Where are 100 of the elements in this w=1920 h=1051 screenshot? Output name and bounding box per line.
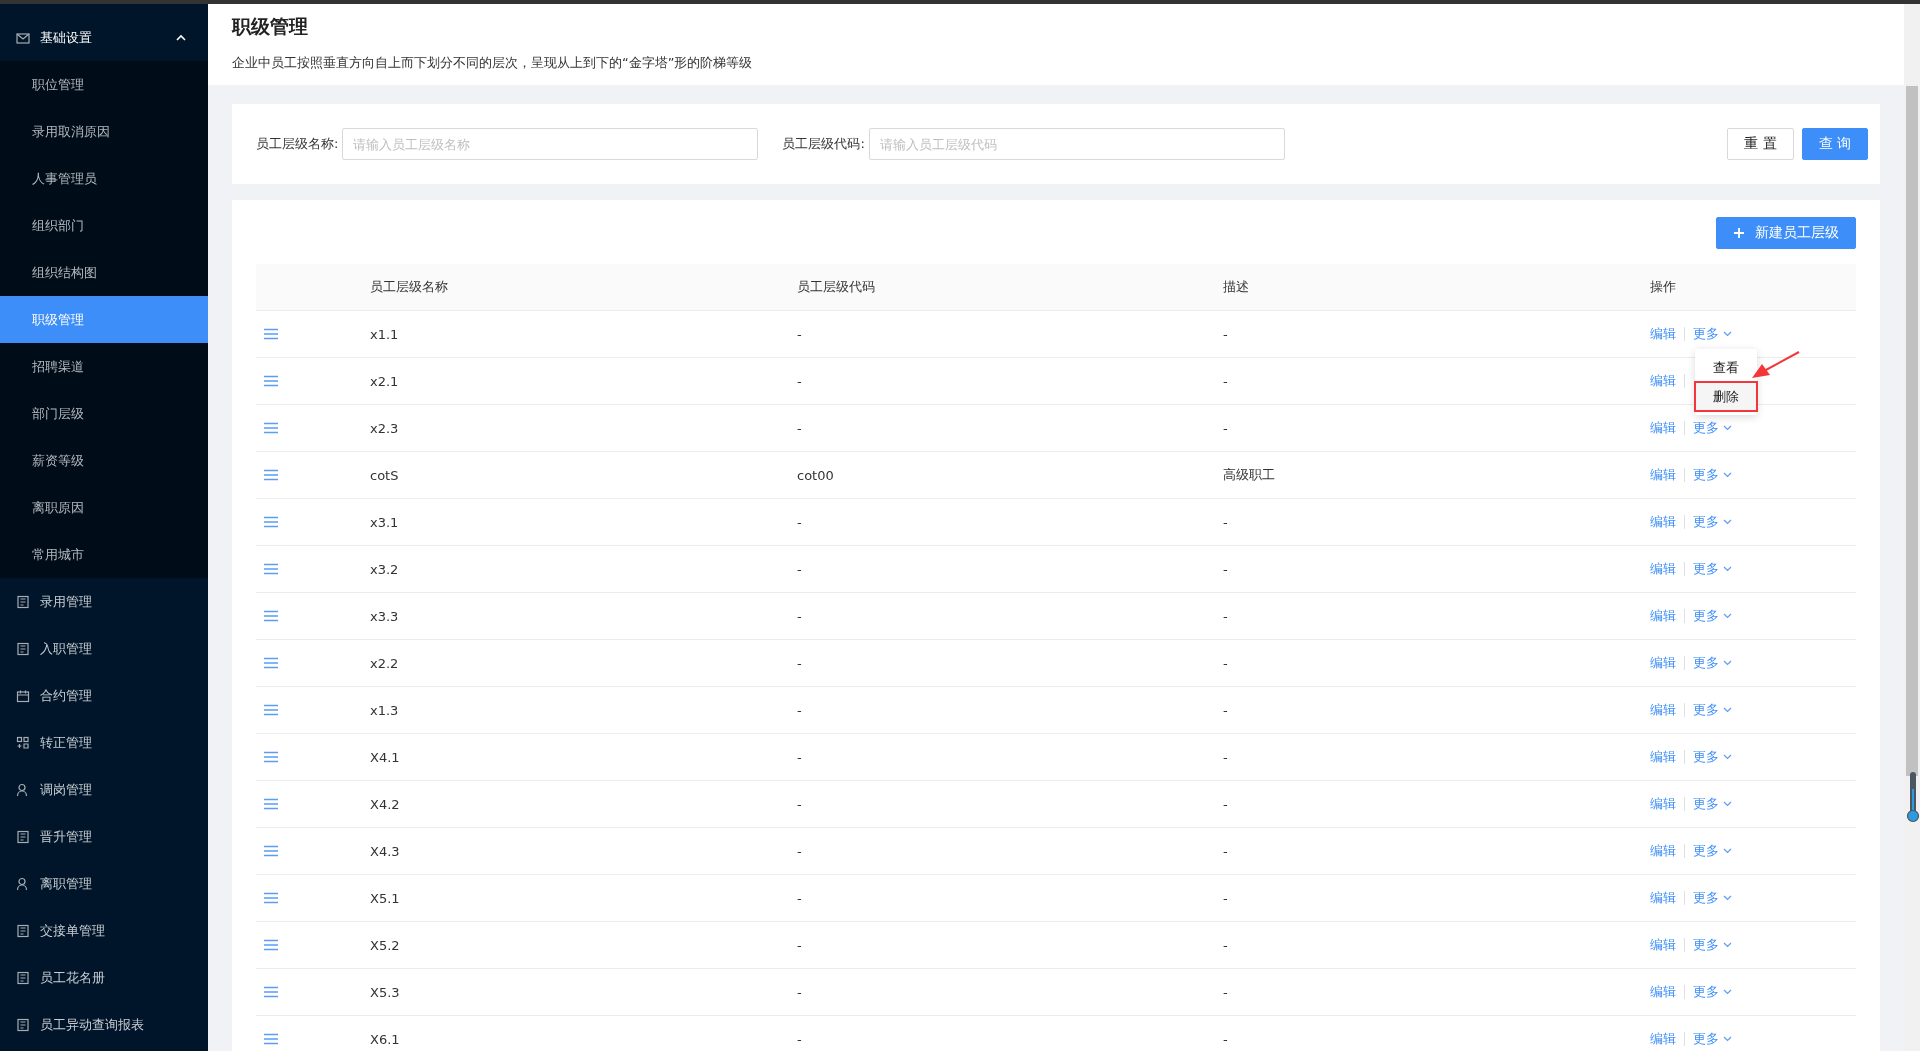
document-icon (16, 829, 30, 844)
sidebar-group-item[interactable]: 员工异动查询报表 (0, 1001, 208, 1048)
table-cell: - (797, 890, 802, 906)
sidebar-group-item[interactable]: 交接单管理 (0, 907, 208, 954)
chevron-down-icon (1723, 707, 1732, 713)
more-link[interactable]: 更多 (1693, 513, 1732, 531)
sidebar-item[interactable]: 职级管理 (0, 296, 208, 343)
drag-handle-icon[interactable] (264, 516, 278, 528)
chevron-down-icon (1723, 848, 1732, 854)
drag-handle-icon[interactable] (264, 704, 278, 716)
drag-handle-icon[interactable] (264, 563, 278, 575)
chevron-down-icon (1723, 754, 1732, 760)
table-cell: - (1223, 326, 1228, 342)
table-cell: - (1223, 937, 1228, 953)
edit-link[interactable]: 编辑 (1650, 654, 1676, 672)
edit-link[interactable]: 编辑 (1650, 936, 1676, 954)
table-cell: X4.3 (370, 843, 400, 859)
more-link[interactable]: 更多 (1693, 889, 1732, 907)
edit-link[interactable]: 编辑 (1650, 560, 1676, 578)
edit-link[interactable]: 编辑 (1650, 1030, 1676, 1048)
input-field[interactable]: 请输入员工层级代码 (868, 128, 1285, 160)
more-link[interactable]: 更多 (1693, 325, 1732, 343)
search-button[interactable]: 查 询 (1801, 128, 1868, 160)
drag-handle-icon[interactable] (264, 939, 278, 951)
sidebar-group-item[interactable]: 晋升管理 (0, 813, 208, 860)
edit-link[interactable]: 编辑 (1650, 607, 1676, 625)
table-cell: - (797, 420, 802, 436)
more-link[interactable]: 更多 (1693, 936, 1732, 954)
more-link[interactable]: 更多 (1693, 466, 1732, 484)
table-cell: - (797, 796, 802, 812)
sidebar-item[interactable]: 组织部门 (0, 202, 208, 249)
table-cell: cot00 (797, 467, 834, 483)
more-link[interactable]: 更多 (1693, 983, 1732, 1001)
sidebar-group-item[interactable]: 调岗管理 (0, 766, 208, 813)
filter-label: 员工层级名称: (256, 135, 339, 153)
more-link[interactable]: 更多 (1693, 748, 1732, 766)
drag-handle-icon[interactable] (264, 986, 278, 998)
drag-handle-icon[interactable] (264, 1033, 278, 1045)
menu-item[interactable]: 删除 (1695, 382, 1757, 411)
edit-link[interactable]: 编辑 (1650, 325, 1676, 343)
more-link[interactable]: 更多 (1693, 419, 1732, 437)
edit-link[interactable]: 编辑 (1650, 466, 1676, 484)
more-link[interactable]: 更多 (1693, 654, 1732, 672)
drag-handle-icon[interactable] (264, 610, 278, 622)
sidebar-group-item[interactable]: 合约管理 (0, 672, 208, 719)
more-link[interactable]: 更多 (1693, 701, 1732, 719)
chevron-down-icon (1723, 1036, 1732, 1042)
sidebar-item[interactable]: 离职原因 (0, 484, 208, 531)
sidebar-item[interactable]: 职位管理 (0, 61, 208, 108)
sidebar-group-item[interactable]: 员工花名册 (0, 954, 208, 1001)
more-link[interactable]: 更多 (1693, 842, 1732, 860)
sidebar-item[interactable]: 录用取消原因 (0, 108, 208, 155)
sidebar-item[interactable]: 部门层级 (0, 390, 208, 437)
edit-link[interactable]: 编辑 (1650, 748, 1676, 766)
sidebar-item[interactable]: 人事管理员 (0, 155, 208, 202)
table-cell: x2.2 (370, 655, 399, 671)
more-link[interactable]: 更多 (1693, 560, 1732, 578)
edit-link[interactable]: 编辑 (1650, 795, 1676, 813)
sidebar-item[interactable]: 薪资等级 (0, 437, 208, 484)
sidebar-group-item[interactable]: 基础设置 (0, 14, 208, 61)
edit-link[interactable]: 编辑 (1650, 701, 1676, 719)
filter-label: 员工层级代码: (782, 135, 865, 153)
sidebar-group-item[interactable]: 录用管理 (0, 578, 208, 625)
table-cell: x2.1 (370, 373, 399, 389)
sidebar-item[interactable]: 招聘渠道 (0, 343, 208, 390)
input-field[interactable]: 请输入员工层级名称 (342, 128, 759, 160)
sidebar-item[interactable]: 常用城市 (0, 531, 208, 578)
sidebar-group-item[interactable]: 离职管理 (0, 860, 208, 907)
table-cell: - (1223, 749, 1228, 765)
sidebar-group-item[interactable]: 转正管理 (0, 719, 208, 766)
column-header: 描述 (1223, 279, 1249, 294)
more-link[interactable]: 更多 (1693, 1030, 1732, 1048)
column-header: 员工层级名称 (370, 279, 448, 294)
menu-item[interactable]: 查看 (1695, 353, 1757, 382)
edit-link[interactable]: 编辑 (1650, 842, 1676, 860)
drag-handle-icon[interactable] (264, 657, 278, 669)
new-button[interactable]: 新建员工层级 (1716, 217, 1856, 249)
drag-handle-icon[interactable] (264, 469, 278, 481)
drag-handle-icon[interactable] (264, 845, 278, 857)
envelope-icon (16, 30, 30, 45)
table-cell: - (1223, 514, 1228, 530)
edit-link[interactable]: 编辑 (1650, 372, 1676, 390)
edit-link[interactable]: 编辑 (1650, 419, 1676, 437)
edit-link[interactable]: 编辑 (1650, 513, 1676, 531)
drag-handle-icon[interactable] (264, 328, 278, 340)
scrollbar[interactable] (1904, 4, 1920, 1051)
more-link[interactable]: 更多 (1693, 607, 1732, 625)
table-cell: X5.1 (370, 890, 400, 906)
edit-link[interactable]: 编辑 (1650, 983, 1676, 1001)
sidebar-item[interactable]: 组织结构图 (0, 249, 208, 296)
drag-handle-icon[interactable] (264, 751, 278, 763)
drag-handle-icon[interactable] (264, 798, 278, 810)
drag-handle-icon[interactable] (264, 892, 278, 904)
drag-handle-icon[interactable] (264, 422, 278, 434)
sidebar-group-item[interactable]: 入职管理 (0, 625, 208, 672)
reset-button[interactable]: 重 置 (1727, 128, 1794, 160)
more-link[interactable]: 更多 (1693, 795, 1732, 813)
edit-link[interactable]: 编辑 (1650, 889, 1676, 907)
table-cell: - (797, 326, 802, 342)
drag-handle-icon[interactable] (264, 375, 278, 387)
